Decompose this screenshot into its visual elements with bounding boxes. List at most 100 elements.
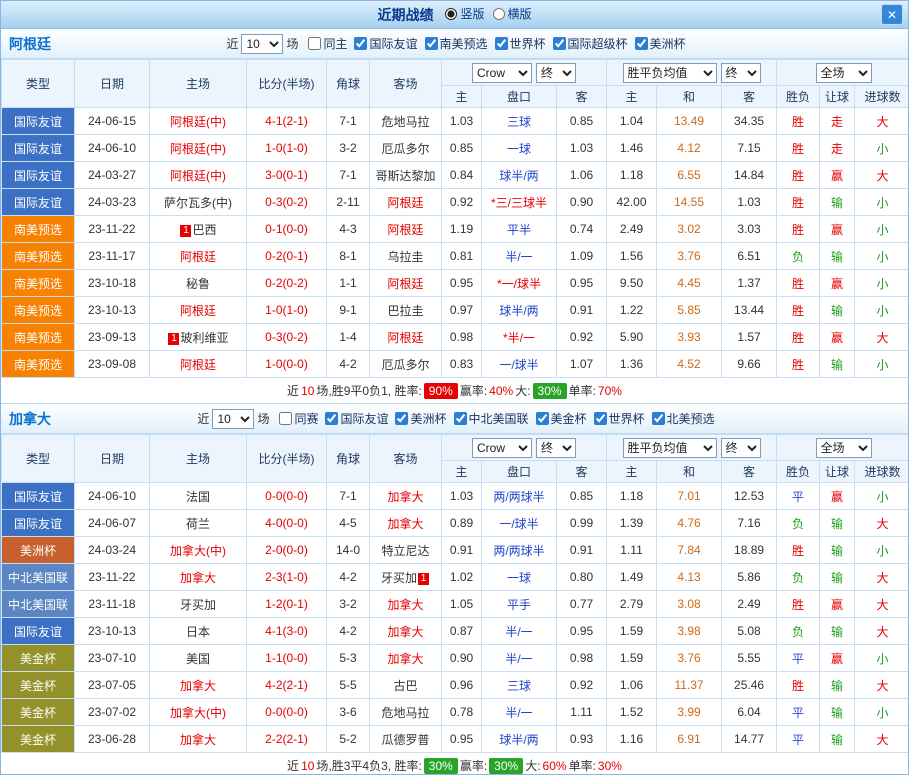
summary-segment: 场,胜9平0负1, 胜率:	[316, 382, 421, 399]
match-date: 24-03-24	[75, 537, 150, 564]
euro-away-odds: 14.84	[722, 162, 777, 189]
score-halftime: 0-0(0-0)	[247, 483, 327, 510]
filter-世界杯[interactable]: 世界杯	[495, 35, 546, 52]
goals-result: 大	[855, 726, 909, 753]
final-odds-select[interactable]: 终	[536, 438, 576, 458]
euro-away-odds: 14.77	[722, 726, 777, 753]
corner-score: 3-2	[327, 135, 370, 162]
summary-segment: 大:	[515, 382, 530, 399]
filter-checkbox[interactable]	[635, 37, 648, 50]
match-outcome: 胜	[777, 351, 820, 378]
filter-国际友谊[interactable]: 国际友谊	[354, 35, 417, 52]
asian-handicap: 半/一	[482, 243, 557, 270]
filter-同主[interactable]: 同主	[308, 35, 347, 52]
view-radio[interactable]	[493, 8, 505, 20]
handicap-result: 走	[820, 135, 855, 162]
handicap-result: 输	[820, 618, 855, 645]
team-name-text: 巴西	[192, 223, 216, 237]
match-type-badge: 南美预选	[2, 297, 75, 324]
filter-美洲杯[interactable]: 美洲杯	[395, 410, 446, 427]
team-name-text: 玻利维亚	[180, 331, 228, 345]
filter-美金杯[interactable]: 美金杯	[536, 410, 587, 427]
filter-checkbox[interactable]	[425, 37, 438, 50]
team-name-text: 阿根廷	[387, 331, 423, 345]
win-draw-lose-average-select[interactable]: 胜平负均值	[623, 438, 717, 458]
euro-home-odds: 2.79	[607, 591, 657, 618]
view-option-竖版[interactable]: 竖版	[445, 5, 484, 22]
column-header: 角球	[327, 435, 370, 483]
column-header: 类型	[2, 60, 75, 108]
filter-南美预选[interactable]: 南美预选	[425, 35, 488, 52]
final-odds-select[interactable]: 终	[536, 63, 576, 83]
recent-count-select[interactable]: 10	[212, 409, 254, 429]
filter-checkbox[interactable]	[354, 37, 367, 50]
column-header: 客场	[370, 435, 442, 483]
filter-checkbox[interactable]	[325, 412, 338, 425]
close-button[interactable]: ✕	[881, 4, 903, 25]
win-draw-lose-average-select[interactable]: 胜平负均值	[623, 63, 717, 83]
handicap-result: 输	[820, 564, 855, 591]
away-team: 厄瓜多尔	[370, 135, 442, 162]
full-match-select[interactable]: 全场	[816, 438, 872, 458]
final-odds-select[interactable]: 终	[721, 438, 761, 458]
view-radio[interactable]	[445, 8, 457, 20]
column-header: 主	[442, 86, 482, 108]
team-name-text: 阿根廷	[180, 358, 216, 372]
handicap-result: 赢	[820, 162, 855, 189]
match-type-badge: 国际友谊	[2, 162, 75, 189]
match-type-badge: 国际友谊	[2, 135, 75, 162]
asian-handicap: 一/球半	[482, 351, 557, 378]
filter-北美预选[interactable]: 北美预选	[652, 410, 715, 427]
full-match-select[interactable]: 全场	[816, 63, 872, 83]
match-type-badge: 南美预选	[2, 270, 75, 297]
goals-result: 大	[855, 591, 909, 618]
filter-checkbox[interactable]	[454, 412, 467, 425]
asian-home-odds: 0.81	[442, 243, 482, 270]
table-row: 美金杯23-07-02加拿大(中)0-0(0-0)3-6危地马拉0.78半/一1…	[2, 699, 909, 726]
bookmaker-select[interactable]: Crow	[472, 63, 532, 83]
filter-中北美国联[interactable]: 中北美国联	[454, 410, 529, 427]
filter-同赛[interactable]: 同赛	[279, 410, 318, 427]
home-team: 1巴西	[150, 216, 247, 243]
final-odds-select[interactable]: 终	[721, 63, 761, 83]
column-header: 客	[722, 461, 777, 483]
view-option-横版[interactable]: 横版	[493, 5, 532, 22]
column-header: 胜负	[777, 86, 820, 108]
euro-home-odds: 5.90	[607, 324, 657, 351]
table-row: 美金杯23-07-05加拿大4-2(2-1)5-5古巴0.96三球0.921.0…	[2, 672, 909, 699]
asian-away-odds: 0.91	[557, 537, 607, 564]
filter-checkbox[interactable]	[536, 412, 549, 425]
filter-美洲杯[interactable]: 美洲杯	[635, 35, 686, 52]
filter-bar: 近10场同主国际友谊南美预选世界杯国际超级杯美洲杯	[223, 34, 685, 54]
filter-checkbox[interactable]	[553, 37, 566, 50]
match-type-badge: 国际友谊	[2, 108, 75, 135]
euro-home-odds: 1.06	[607, 672, 657, 699]
filter-checkbox[interactable]	[395, 412, 408, 425]
team-name-text: 荷兰	[186, 517, 210, 531]
filter-checkbox[interactable]	[594, 412, 607, 425]
filter-label: 同主	[323, 35, 347, 52]
filter-世界杯[interactable]: 世界杯	[594, 410, 645, 427]
filter-国际超级杯[interactable]: 国际超级杯	[553, 35, 628, 52]
euro-home-odds: 2.49	[607, 216, 657, 243]
asian-away-odds: 0.92	[557, 672, 607, 699]
filter-checkbox[interactable]	[652, 412, 665, 425]
filter-checkbox[interactable]	[279, 412, 292, 425]
column-header: 客	[557, 461, 607, 483]
filter-checkbox[interactable]	[495, 37, 508, 50]
goals-result: 大	[855, 324, 909, 351]
filter-国际友谊[interactable]: 国际友谊	[325, 410, 388, 427]
table-row: 南美预选23-09-131玻利维亚0-3(0-2)1-4阿根廷0.98*半/一0…	[2, 324, 909, 351]
table-row: 国际友谊24-06-10法国0-0(0-0)7-1加拿大1.03两/两球半0.8…	[2, 483, 909, 510]
summary-segment: 大:	[525, 757, 540, 774]
filter-checkbox[interactable]	[308, 37, 321, 50]
asian-away-odds: 0.85	[557, 108, 607, 135]
recent-count-select[interactable]: 10	[241, 34, 283, 54]
match-outcome: 胜	[777, 162, 820, 189]
match-date: 23-10-13	[75, 618, 150, 645]
team-name-text: 加拿大	[387, 517, 423, 531]
away-team: 瓜德罗普	[370, 726, 442, 753]
match-type-badge: 美洲杯	[2, 537, 75, 564]
bookmaker-select[interactable]: Crow	[472, 438, 532, 458]
team-name-text: 瓜德罗普	[381, 733, 429, 747]
